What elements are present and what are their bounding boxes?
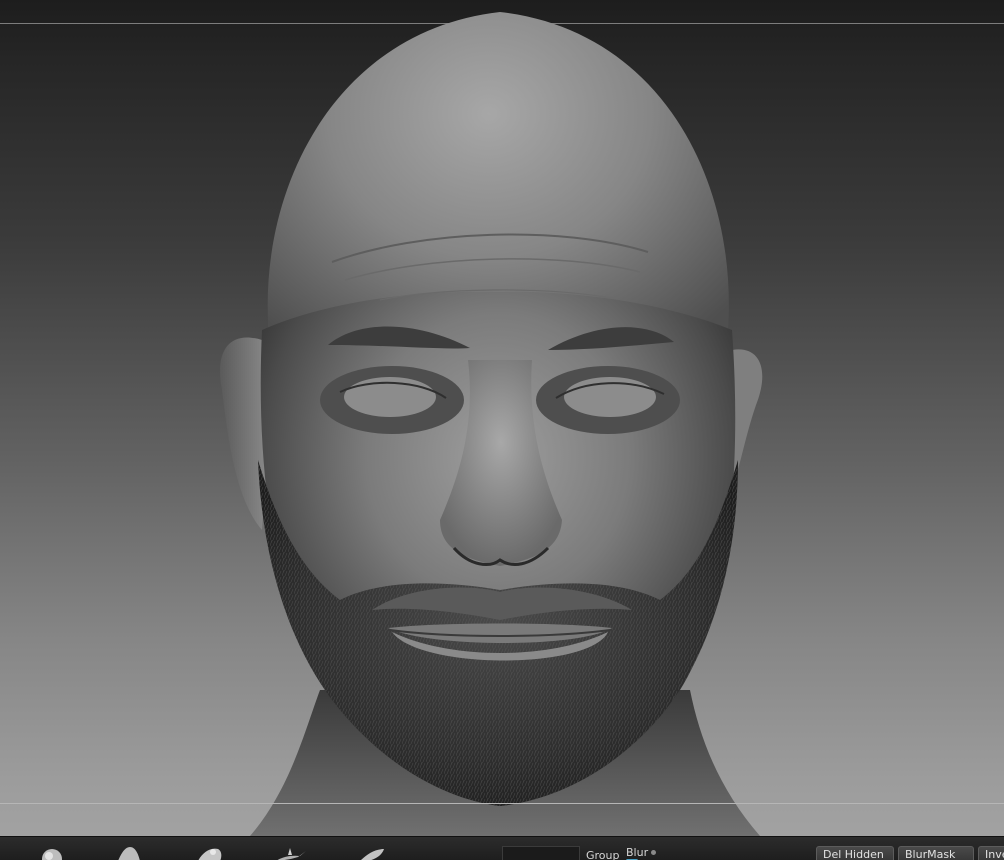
blur-label: Blur <box>626 846 649 859</box>
group-label: Group <box>586 849 620 860</box>
sculpt-app: Group Blur Del Hidden BlurMask Inve <box>0 0 1004 860</box>
value-field[interactable] <box>502 846 580 860</box>
frame-guide-bottom <box>0 803 1004 804</box>
spike-brush-icon[interactable] <box>270 839 310 860</box>
move-brush-icon[interactable] <box>190 839 230 860</box>
canvas-viewport[interactable] <box>0 0 1004 836</box>
inverse-button[interactable]: Inve <box>978 846 1004 860</box>
blur-indicator-icon <box>651 850 656 855</box>
standard-brush-icon[interactable] <box>108 839 148 860</box>
blurmask-button[interactable]: BlurMask <box>898 846 974 860</box>
clay-brush-icon[interactable] <box>32 839 72 860</box>
del-hidden-button[interactable]: Del Hidden <box>816 846 894 860</box>
head-sculpt-model[interactable] <box>0 0 1004 836</box>
pinch-brush-icon[interactable] <box>352 839 392 860</box>
bottom-tray: Group Blur Del Hidden BlurMask Inve <box>0 836 1004 860</box>
